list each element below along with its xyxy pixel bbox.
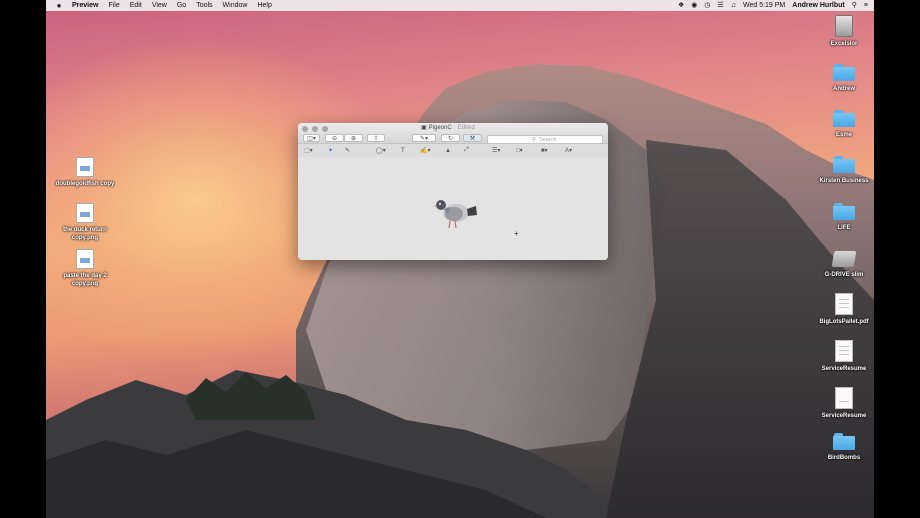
border-color-icon[interactable]: □▾ xyxy=(516,146,523,155)
markup-toolbar-button[interactable]: ⚒ xyxy=(463,134,482,142)
desktop-item-label: Excelsior xyxy=(830,41,858,47)
desktop-item-esme[interactable]: Esme xyxy=(809,110,874,139)
notification-center-icon[interactable]: ≡ xyxy=(864,0,868,11)
zoom-in-button[interactable]: ⊕ xyxy=(344,134,363,142)
desktop-item-label: ServiceResume xyxy=(821,366,867,372)
search-placeholder: Search xyxy=(539,136,557,143)
user-name[interactable]: Andrew Hurlbut xyxy=(792,0,845,11)
adjust-size-icon[interactable]: ⤢ xyxy=(464,146,469,155)
adjust-color-icon[interactable]: ▲ xyxy=(445,146,451,155)
zoom-out-button[interactable]: ⊖ xyxy=(325,134,344,142)
menu-go[interactable]: Go xyxy=(177,0,186,11)
document-icon xyxy=(835,340,853,362)
rotate-button[interactable]: ↻ xyxy=(441,134,460,142)
desktop-file-label: paste the day 2 copy.png xyxy=(63,273,107,287)
markup-toolbar: ⬚▾ ✦ ✎ ◯▾ T ✍▾ ▲ ⤢ ☰▾ □▾ ■▾ A▾ xyxy=(298,144,608,158)
close-button[interactable] xyxy=(302,126,308,132)
png-file-icon xyxy=(76,203,94,223)
sketch-tool-icon[interactable]: ✎ xyxy=(345,146,350,155)
highlight-button[interactable]: ✎▾ xyxy=(412,134,436,142)
desktop-item-life[interactable]: LIFE xyxy=(809,203,874,232)
menu-help[interactable]: Help xyxy=(257,0,271,11)
desktop-item-g-drive[interactable]: G-DRIVE slim xyxy=(809,251,874,279)
shapes-tool-icon[interactable]: ◯▾ xyxy=(376,146,386,155)
search-icon: ⚲ xyxy=(532,136,537,143)
image-canvas[interactable]: + xyxy=(298,157,608,260)
text-tool-icon[interactable]: T xyxy=(401,146,405,155)
document-icon: ▣ xyxy=(421,125,427,131)
minimize-button[interactable] xyxy=(312,126,318,132)
crosshair-cursor-icon: + xyxy=(514,229,519,238)
status-area: ❖ ◉ ◷ ☰ ♫ Wed 5:19 PM Andrew Hurlbut ⚲ ≡ xyxy=(671,0,868,11)
desktop-item-label: BigLotsPallet.pdf xyxy=(819,319,869,325)
sidebar-toggle-button[interactable]: ◫▾ xyxy=(303,134,320,142)
instant-alpha-icon[interactable]: ✦ xyxy=(328,146,333,155)
timemachine-icon[interactable]: ◷ xyxy=(704,0,710,11)
desktop-item-label: Andrew xyxy=(832,86,855,92)
pigeon-image xyxy=(433,200,477,229)
selection-tool-icon[interactable]: ⬚▾ xyxy=(304,146,313,155)
folder-icon xyxy=(833,64,855,81)
menu-tools[interactable]: Tools xyxy=(196,0,212,11)
external-drive-icon xyxy=(831,251,857,267)
folder-icon xyxy=(833,110,855,127)
desktop-file-label: the duck return copy.png xyxy=(63,227,107,241)
desktop-item-label: G-DRIVE slim xyxy=(824,272,864,278)
window-titlebar[interactable]: ▣ PigeonC Edited ◫▾ ⊖ ⊕ ⇧ ✎▾ ↻ ⚒ ⚲ Searc… xyxy=(298,123,608,144)
apple-icon[interactable]: ● xyxy=(55,1,63,10)
dropbox-icon[interactable]: ❖ xyxy=(678,0,684,11)
desktop-item-biglotspallet[interactable]: BigLotsPallet.pdf xyxy=(809,293,874,326)
drive-icon xyxy=(835,15,853,37)
share-button[interactable]: ⇧ xyxy=(367,134,385,142)
wifi-icon[interactable]: ☰ xyxy=(717,0,723,11)
sign-tool-icon[interactable]: ✍▾ xyxy=(420,146,430,155)
sync-icon[interactable]: ◉ xyxy=(691,0,697,11)
desktop-item-label: ServiceResume xyxy=(821,413,867,419)
desktop-item-excelsior[interactable]: Excelsior xyxy=(809,15,874,48)
menu-edit[interactable]: Edit xyxy=(130,0,142,11)
clock[interactable]: Wed 5:19 PM xyxy=(743,0,785,11)
menu-bar: ● Preview File Edit View Go Tools Window… xyxy=(46,0,874,11)
pdf-icon xyxy=(835,293,853,315)
menu-app-name[interactable]: Preview xyxy=(72,0,98,11)
search-input[interactable]: ⚲ Search xyxy=(487,135,603,144)
desktop-item-serviceresume-1[interactable]: ServiceResume xyxy=(809,340,874,373)
desktop-file-duck-return[interactable]: the duck return copy.png xyxy=(50,203,120,242)
shape-style-icon[interactable]: ☰▾ xyxy=(492,146,500,155)
desktop-item-label: Kirsten Business xyxy=(819,178,869,184)
edited-status: Edited xyxy=(457,124,475,131)
menu-file[interactable]: File xyxy=(108,0,119,11)
desktop-item-birdbombs[interactable]: BirdBombs xyxy=(809,433,874,462)
desktop-item-label: BirdBombs xyxy=(827,455,861,461)
png-file-icon xyxy=(76,157,94,177)
spotlight-icon[interactable]: ⚲ xyxy=(852,0,857,11)
desktop-item-label: LIFE xyxy=(837,225,851,231)
preview-window[interactable]: ▣ PigeonC Edited ◫▾ ⊖ ⊕ ⇧ ✎▾ ↻ ⚒ ⚲ Searc… xyxy=(298,123,608,260)
window-title: ▣ PigeonC Edited xyxy=(421,124,475,132)
desktop-file-doublegoldfish[interactable]: doublegoldfish copy xyxy=(50,157,120,188)
volume-icon[interactable]: ♫ xyxy=(731,0,736,11)
desktop-item-kirsten-business[interactable]: Kirsten Business xyxy=(809,156,874,185)
desktop-file-paste-the-day[interactable]: paste the day 2 copy.png xyxy=(50,249,120,288)
document-name[interactable]: PigeonC xyxy=(429,125,452,131)
zoom-button[interactable] xyxy=(322,126,328,132)
desktop-file-label: doublegoldfish copy xyxy=(55,181,115,187)
fill-color-icon[interactable]: ■▾ xyxy=(541,146,548,155)
document-icon xyxy=(835,387,853,409)
text-style-icon[interactable]: A▾ xyxy=(565,146,572,155)
folder-icon xyxy=(833,156,855,173)
desktop-item-andrew[interactable]: Andrew xyxy=(809,64,874,93)
folder-icon xyxy=(833,433,855,450)
menu-view[interactable]: View xyxy=(152,0,167,11)
desktop-item-label: Esme xyxy=(835,132,852,138)
png-file-icon xyxy=(76,249,94,269)
menu-window[interactable]: Window xyxy=(223,0,248,11)
desktop-item-serviceresume-2[interactable]: ServiceResume xyxy=(809,387,874,420)
folder-icon xyxy=(833,203,855,220)
